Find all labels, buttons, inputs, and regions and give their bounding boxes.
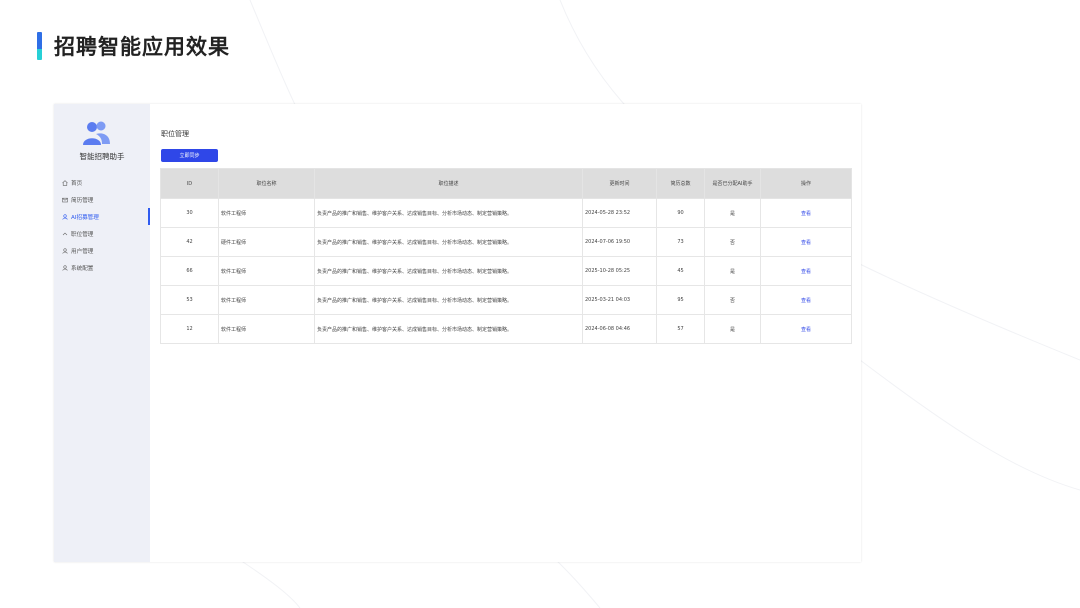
cell-name: 硬件工程师 bbox=[218, 227, 315, 257]
cell-action: 查看 bbox=[760, 198, 852, 228]
sidebar-item-users[interactable]: 用户管理 bbox=[54, 242, 150, 259]
cell-name: 软件工程师 bbox=[218, 285, 315, 315]
user-icon bbox=[62, 213, 68, 220]
sidebar-item-settings[interactable]: 系统配置 bbox=[54, 259, 150, 276]
column-header-description: 职位描述 bbox=[314, 168, 583, 199]
cell-updated: 2025-03-21 04:03 bbox=[582, 285, 657, 315]
cell-updated: 2024-06-08 04:46 bbox=[582, 314, 657, 344]
app-window: 智能招聘助手 首页 简历管理 AI招募管理 职位管理 用户管理 系统配置 职位管… bbox=[54, 104, 861, 562]
cell-description: 负责产品的推广和销售、维护客户关系、达成销售目标、分析市场动态、制定营销策略。 bbox=[314, 285, 583, 315]
view-link[interactable]: 查看 bbox=[801, 240, 811, 246]
cell-name: 软件工程师 bbox=[218, 314, 315, 344]
brand-name: 智能招聘助手 bbox=[79, 152, 125, 161]
cell-action: 查看 bbox=[760, 227, 852, 257]
sidebar-item-ai-recruit[interactable]: AI招募管理 bbox=[54, 208, 150, 225]
sync-now-button[interactable]: 立即同步 bbox=[161, 149, 218, 162]
column-header-name: 职位名称 bbox=[218, 168, 315, 199]
sidebar-item-label: 用户管理 bbox=[71, 248, 94, 255]
view-link[interactable]: 查看 bbox=[801, 298, 811, 304]
slide-header: 招聘智能应用效果 bbox=[37, 32, 230, 60]
cell-id: 30 bbox=[160, 198, 219, 228]
table-row: 42 硬件工程师 负责产品的推广和销售、维护客户关系、达成销售目标、分析市场动态… bbox=[160, 227, 852, 257]
cell-updated: 2024-05-28 23:52 bbox=[582, 198, 657, 228]
column-header-resume-count: 简历总数 bbox=[656, 168, 705, 199]
user-icon bbox=[62, 264, 68, 271]
cell-resume-count: 45 bbox=[656, 256, 705, 286]
mail-icon bbox=[62, 197, 68, 203]
table-row: 53 软件工程师 负责产品的推广和销售、维护客户关系、达成销售目标、分析市场动态… bbox=[160, 285, 852, 315]
slide-title: 招聘智能应用效果 bbox=[54, 35, 230, 59]
cell-description: 负责产品的推广和销售、维护客户关系、达成销售目标、分析市场动态、制定营销策略。 bbox=[314, 198, 583, 228]
view-link[interactable]: 查看 bbox=[801, 269, 811, 275]
user-icon bbox=[62, 247, 68, 254]
table-row: 12 软件工程师 负责产品的推广和销售、维护客户关系、达成销售目标、分析市场动态… bbox=[160, 314, 852, 344]
sidebar-item-label: 首页 bbox=[71, 180, 83, 187]
sidebar-nav: 首页 简历管理 AI招募管理 职位管理 用户管理 系统配置 bbox=[54, 174, 150, 276]
cell-action: 查看 bbox=[760, 314, 852, 344]
sidebar: 智能招聘助手 首页 简历管理 AI招募管理 职位管理 用户管理 系统配置 bbox=[54, 104, 150, 562]
cell-action: 查看 bbox=[760, 256, 852, 286]
sidebar-item-resume[interactable]: 简历管理 bbox=[54, 191, 150, 208]
cell-description: 负责产品的推广和销售、维护客户关系、达成销售目标、分析市场动态、制定营销策略。 bbox=[314, 314, 583, 344]
view-link[interactable]: 查看 bbox=[801, 327, 811, 333]
cell-ai-assigned: 是 bbox=[704, 256, 761, 286]
cell-description: 负责产品的推广和销售、维护客户关系、达成销售目标、分析市场动态、制定营销策略。 bbox=[314, 256, 583, 286]
cell-id: 53 bbox=[160, 285, 219, 315]
cell-id: 12 bbox=[160, 314, 219, 344]
sidebar-item-label: 职位管理 bbox=[71, 231, 94, 238]
page-title: 职位管理 bbox=[161, 130, 189, 138]
column-header-updated: 更新时间 bbox=[582, 168, 657, 199]
users-logo-icon bbox=[83, 121, 110, 145]
column-header-ai-assigned: 是否已分配AI助手 bbox=[704, 168, 761, 199]
table-row: 66 软件工程师 负责产品的推广和销售、维护客户关系、达成销售目标、分析市场动态… bbox=[160, 256, 852, 286]
chevron-up-icon bbox=[62, 231, 68, 237]
cell-id: 42 bbox=[160, 227, 219, 257]
cell-id: 66 bbox=[160, 256, 219, 286]
main-panel: 职位管理 立即同步 ID 职位名称 职位描述 更新时间 简历总数 是否已分配AI… bbox=[150, 104, 861, 562]
cell-ai-assigned: 是 bbox=[704, 198, 761, 228]
cell-resume-count: 73 bbox=[656, 227, 705, 257]
cell-resume-count: 95 bbox=[656, 285, 705, 315]
sidebar-item-label: 简历管理 bbox=[71, 197, 94, 204]
cell-action: 查看 bbox=[760, 285, 852, 315]
column-header-id: ID bbox=[160, 168, 219, 199]
cell-ai-assigned: 否 bbox=[704, 285, 761, 315]
view-link[interactable]: 查看 bbox=[801, 211, 811, 217]
cell-ai-assigned: 否 bbox=[704, 227, 761, 257]
table-header-row: ID 职位名称 职位描述 更新时间 简历总数 是否已分配AI助手 操作 bbox=[160, 168, 852, 199]
sidebar-item-label: AI招募管理 bbox=[71, 214, 99, 221]
cell-description: 负责产品的推广和销售、维护客户关系、达成销售目标、分析市场动态、制定营销策略。 bbox=[314, 227, 583, 257]
column-header-action: 操作 bbox=[760, 168, 852, 199]
cell-updated: 2025-10-28 05:25 bbox=[582, 256, 657, 286]
cell-name: 软件工程师 bbox=[218, 256, 315, 286]
cell-resume-count: 90 bbox=[656, 198, 705, 228]
sidebar-item-home[interactable]: 首页 bbox=[54, 174, 150, 191]
title-accent-bar bbox=[37, 32, 42, 60]
sidebar-item-label: 系统配置 bbox=[71, 265, 94, 272]
table-row: 30 软件工程师 负责产品的推广和销售、维护客户关系、达成销售目标、分析市场动态… bbox=[160, 198, 852, 228]
home-icon bbox=[62, 179, 68, 186]
cell-resume-count: 57 bbox=[656, 314, 705, 344]
cell-name: 软件工程师 bbox=[218, 198, 315, 228]
cell-ai-assigned: 是 bbox=[704, 314, 761, 344]
positions-table: ID 职位名称 职位描述 更新时间 简历总数 是否已分配AI助手 操作 30 软… bbox=[160, 168, 852, 344]
cell-updated: 2024-07-06 19:50 bbox=[582, 227, 657, 257]
sidebar-item-positions[interactable]: 职位管理 bbox=[54, 225, 150, 242]
